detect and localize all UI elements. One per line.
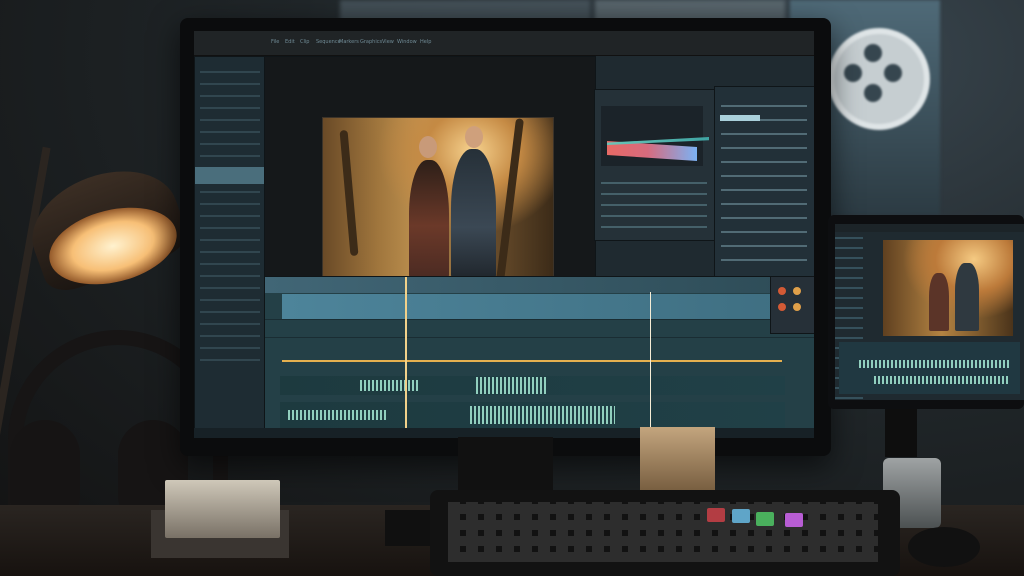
audio-waveform — [288, 410, 388, 420]
secondary-man-figure — [955, 263, 979, 331]
green-pad[interactable] — [756, 512, 774, 526]
controller-keys[interactable] — [448, 502, 878, 562]
secondary-audio-waveform — [874, 376, 1009, 384]
media-browser-panel — [194, 56, 266, 438]
mixer-button[interactable] — [793, 287, 801, 295]
audio-track-1[interactable] — [280, 376, 785, 395]
menu-clip[interactable]: Clip — [300, 39, 309, 45]
editing-keyboard-controller[interactable] — [430, 490, 900, 576]
orange-clip-line[interactable] — [282, 360, 782, 362]
inspector-properties[interactable] — [721, 97, 807, 267]
film-reel-icon — [828, 28, 930, 130]
mixer-button[interactable] — [778, 303, 786, 311]
red-pad[interactable] — [707, 508, 725, 522]
selected-media-item[interactable] — [195, 167, 265, 184]
video-clip-track[interactable] — [282, 294, 782, 319]
inspector-selected-property[interactable] — [720, 115, 760, 121]
audio-waveform — [360, 380, 420, 391]
video-editing-workstation-scene: File Edit Clip Sequence Markers Graphics… — [0, 0, 1024, 576]
secondary-video-preview[interactable] — [883, 240, 1013, 336]
menu-sequence[interactable]: Sequence — [316, 39, 341, 45]
menu-edit[interactable]: Edit — [285, 39, 295, 45]
timeline-track[interactable] — [265, 337, 814, 356]
secondary-menu-bar — [835, 224, 1024, 232]
mixer-button[interactable] — [778, 287, 786, 295]
secondary-editor-screen — [835, 224, 1024, 400]
wooden-block — [640, 427, 715, 499]
color-waveform — [601, 106, 709, 166]
scope-controls[interactable] — [601, 177, 707, 232]
timeline-panel — [264, 276, 814, 438]
program-monitor-panel — [264, 56, 596, 283]
menu-markers[interactable]: Markers — [339, 39, 359, 45]
menu-graphics[interactable]: Graphics — [360, 39, 382, 45]
timeline-playhead[interactable] — [405, 277, 407, 438]
audio-device — [165, 480, 280, 538]
video-preview[interactable] — [322, 117, 554, 283]
audio-waveform — [476, 377, 546, 394]
menu-help[interactable]: Help — [420, 39, 431, 45]
woman-figure — [409, 160, 449, 280]
man-figure — [451, 149, 496, 280]
menu-window[interactable]: Window — [397, 39, 417, 45]
timeline-ruler[interactable] — [265, 277, 814, 293]
media-browser-list[interactable] — [200, 64, 260, 364]
menu-view[interactable]: View — [382, 39, 394, 45]
timeline-track[interactable] — [265, 319, 814, 338]
inspector-panel — [714, 86, 814, 278]
secondary-woman-figure — [929, 273, 949, 331]
forest-tree — [339, 129, 359, 257]
computer-mouse[interactable] — [908, 527, 980, 567]
forest-tree — [496, 118, 524, 282]
menu-file[interactable]: File — [271, 39, 279, 45]
secondary-audio-waveform — [859, 360, 1009, 368]
mixer-button[interactable] — [793, 303, 801, 311]
teal-waveform-band — [607, 137, 709, 145]
secondary-monitor — [828, 215, 1024, 409]
timeline-marker[interactable] — [650, 292, 651, 437]
blue-pad[interactable] — [732, 509, 750, 523]
man-head — [465, 126, 483, 148]
secondary-monitor-stand — [885, 409, 917, 457]
color-scopes-panel — [594, 89, 716, 241]
audio-track-2[interactable] — [280, 402, 785, 428]
audio-mixer-controls — [770, 276, 814, 334]
audio-waveform — [470, 406, 615, 424]
woman-head — [419, 136, 437, 158]
editor-menu-bar: File Edit Clip Sequence Markers Graphics… — [194, 31, 814, 56]
main-monitor: File Edit Clip Sequence Markers Graphics… — [180, 18, 831, 456]
video-editor-screen: File Edit Clip Sequence Markers Graphics… — [194, 31, 814, 438]
purple-pad[interactable] — [785, 513, 803, 527]
secondary-timeline[interactable] — [839, 342, 1020, 394]
